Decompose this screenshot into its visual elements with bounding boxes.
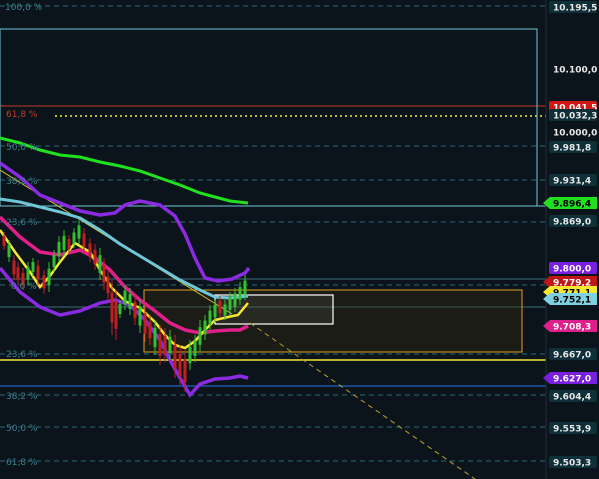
price-axis[interactable]: 10.195,510.100,010.041,510.032,310.000,0… [543, 1, 597, 469]
price-label-text: 10.100,0 [553, 66, 597, 76]
fib-label: 61,8 % [6, 458, 38, 468]
price-label: 9.800,0 [549, 262, 597, 275]
fib-label: 23,6 % [6, 218, 38, 228]
trading-chart[interactable]: 100,0 % 61,8 % 50,0 % 38,2 % 23,6 % 0,0 … [0, 0, 599, 479]
price-label-text: 10.000,0 [553, 129, 597, 139]
price-label: 9.627,0 [543, 372, 597, 385]
target-box[interactable] [214, 294, 334, 325]
price-label: 9.931,4 [549, 174, 597, 187]
fib-labels: 100,0 % 61,8 % 50,0 % 38,2 % 23,6 % 0,0 … [5, 3, 43, 468]
price-label-text: 9.604,4 [553, 393, 591, 403]
fib-label: 61,8 % [6, 110, 38, 120]
price-label-text: 10.032,3 [553, 112, 597, 122]
price-label: 9.752,1 [543, 293, 597, 306]
price-label: 10.032,3 [549, 109, 597, 122]
fib-grid [0, 5, 546, 462]
price-label: 10.000,0 [553, 129, 597, 139]
price-label-text: 10.195,5 [553, 4, 597, 14]
price-label: 9.503,3 [549, 456, 597, 469]
price-label-text: 9.667,0 [553, 351, 591, 361]
price-label: 10.195,5 [549, 1, 597, 14]
chart-canvas[interactable]: 100,0 % 61,8 % 50,0 % 38,2 % 23,6 % 0,0 … [0, 0, 599, 479]
price-label-text: 9.869,0 [553, 218, 591, 228]
fib-label: 0,0 % [11, 282, 37, 292]
price-label-text: 9.503,3 [553, 459, 591, 469]
price-label: 9.604,4 [549, 390, 597, 403]
price-label-text: 9.553,9 [553, 425, 591, 435]
fib-label: 38,2 % [6, 177, 38, 187]
price-label: 10.100,0 [553, 66, 597, 76]
price-label: 9.869,0 [549, 215, 597, 228]
fib-label: 100,0 % [5, 3, 43, 13]
price-label-text: 9.981,8 [553, 144, 591, 154]
price-label-text: 9.800,0 [553, 265, 591, 275]
price-label-text: 9.627,0 [553, 375, 591, 385]
price-label: 9.708,3 [543, 320, 597, 333]
fib-label: 38,2 % [6, 392, 38, 402]
fib-label: 50,0 % [6, 424, 38, 434]
price-label-text: 9.896,4 [553, 200, 591, 210]
price-label: 9.896,4 [543, 197, 597, 210]
price-label-text: 9.752,1 [553, 296, 591, 306]
price-label: 9.981,8 [549, 141, 597, 154]
price-label: 9.553,9 [549, 422, 597, 435]
channel-rectangle[interactable] [0, 28, 538, 207]
fib-label: 50,0 % [6, 143, 38, 153]
price-label-text: 9.708,3 [553, 323, 591, 333]
price-label: 9.667,0 [549, 348, 597, 361]
price-label-text: 9.931,4 [553, 177, 591, 187]
fib-label: 23,6 % [6, 350, 38, 360]
